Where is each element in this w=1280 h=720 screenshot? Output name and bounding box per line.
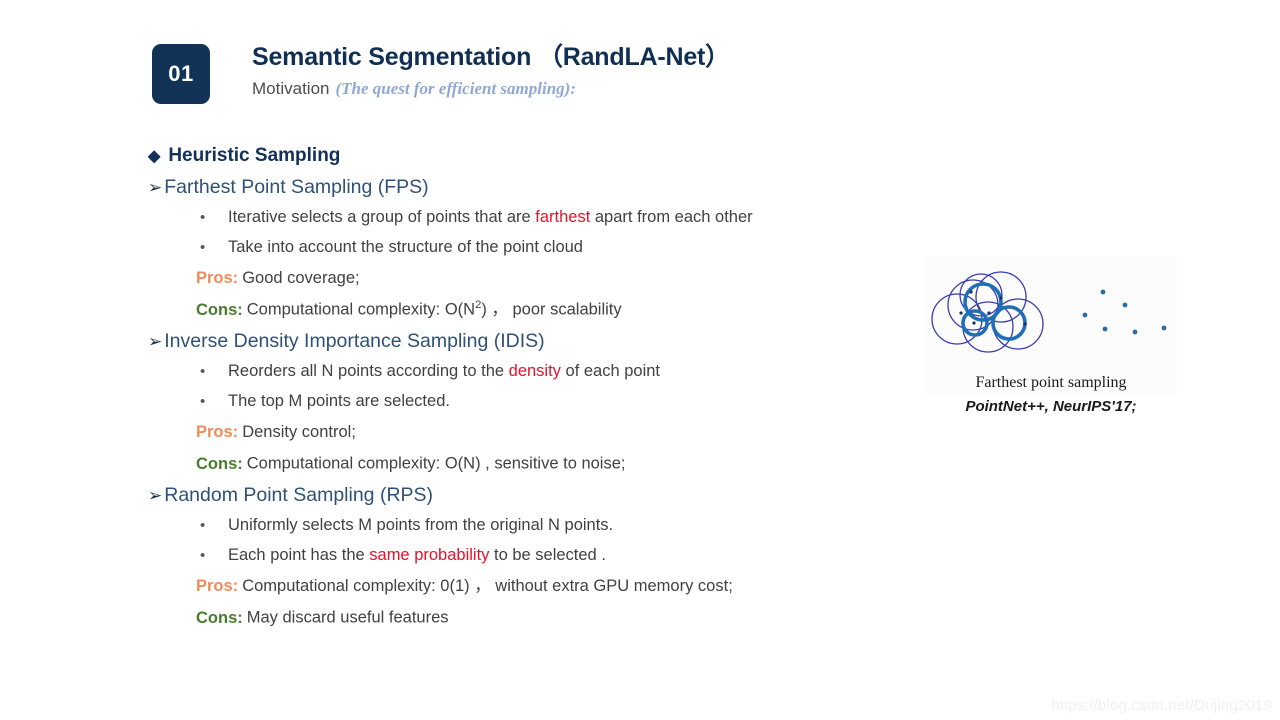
group-title-label: Farthest Point Sampling (FPS)	[164, 176, 429, 198]
fps-illustration-figure: Farthest point sampling	[925, 257, 1177, 394]
text-pre: Take into account the structure of the p…	[228, 238, 583, 256]
title-block: Semantic Segmentation （RandLA-Net） Motiv…	[252, 42, 730, 100]
text-pre: Iterative selects a group of points that…	[228, 207, 536, 226]
pros-line: Pros: Density control;	[148, 422, 918, 441]
pros-text: Good coverage;	[242, 268, 360, 287]
text-post: to be selected .	[489, 546, 606, 564]
slide-header: 01 Semantic Segmentation （RandLA-Net） Mo…	[152, 42, 1152, 106]
sub-list: • Reorders all N points according to the…	[148, 361, 918, 410]
arrow-bullet-icon: ➢	[148, 178, 163, 197]
list-item: • The top M points are selected.	[148, 393, 918, 410]
pros-line: Pros: Computational complexity: 0(1) ， wi…	[148, 576, 918, 595]
dot-bullet-icon: •	[200, 516, 206, 534]
text-post: apart from each other	[590, 207, 753, 226]
group-fps: ➢ Farthest Point Sampling (FPS) • Iterati…	[148, 176, 918, 319]
section-heading-label: Heuristic Sampling	[168, 145, 341, 166]
section-heading: ◆ Heuristic Sampling	[148, 146, 918, 165]
sub-list: • Iterative selects a group of points th…	[148, 207, 918, 256]
cons-label: Cons:	[196, 300, 243, 319]
group-title-label: Random Point Sampling (RPS)	[164, 484, 434, 506]
cons-text-pre: Computational complexity: O(N) , sensiti…	[246, 454, 626, 473]
pros-text: Density control;	[242, 422, 356, 441]
list-item-text: Reorders all N points according to the d…	[228, 361, 661, 380]
subtitle-row: Motivation (The quest for efficient sampl…	[252, 79, 730, 99]
list-item-text: Each point has the same probability to b…	[228, 547, 606, 564]
main-content: ◆ Heuristic Sampling ➢ Farthest Point Samp…	[148, 146, 918, 640]
arrow-bullet-icon: ➢	[148, 486, 163, 505]
subtitle-label: Motivation	[252, 79, 330, 99]
dot-bullet-icon: •	[200, 547, 206, 564]
cons-label: Cons:	[196, 454, 243, 473]
group-title: ➢ Random Point Sampling (RPS)	[148, 484, 918, 506]
text-post: of each point	[560, 361, 661, 380]
cons-text-post: ) ， poor scalability	[481, 300, 622, 319]
sampled-points-group	[1082, 289, 1167, 335]
arrow-bullet-icon: ➢	[148, 332, 163, 351]
slide: 01 Semantic Segmentation （RandLA-Net） Mo…	[0, 0, 1280, 720]
list-item: • Iterative selects a group of points th…	[148, 207, 918, 226]
page-title: Semantic Segmentation （RandLA-Net）	[252, 43, 730, 71]
highlight-text: same probability	[369, 546, 490, 564]
figure-inner-caption: Farthest point sampling	[975, 374, 1127, 391]
text-pre: Each point has the	[228, 546, 370, 564]
list-item: • Uniformly selects M points from the or…	[148, 515, 918, 534]
subtitle-emphasis: (The quest for efficient sampling):	[335, 79, 576, 99]
list-item: • Each point has the same probability to…	[148, 547, 918, 564]
figure-source-caption: PointNet++, NeurIPS'17;	[965, 398, 1137, 415]
text-pre: Reorders all N points according to the	[228, 361, 509, 380]
cons-text-pre: Computational complexity: O(N	[246, 300, 476, 319]
list-item: • Reorders all N points according to the…	[148, 361, 918, 380]
list-item-text: Uniformly selects M points from the orig…	[228, 515, 614, 534]
dot-bullet-icon: •	[200, 239, 206, 256]
cons-text-pre: May discard useful features	[246, 608, 449, 627]
group-rps: ➢ Random Point Sampling (RPS) • Uniformly…	[148, 484, 918, 626]
diamond-bullet-icon: ◆	[148, 148, 161, 165]
list-item-text: Take into account the structure of the p…	[228, 239, 583, 256]
cons-line: Cons: Computational complexity: O(N2) ， p…	[148, 299, 918, 319]
section-number-badge: 01	[152, 44, 210, 104]
dot-bullet-icon: •	[200, 208, 206, 226]
dot-bullet-icon: •	[200, 393, 206, 410]
cons-label: Cons:	[196, 608, 243, 627]
list-item: • Take into account the structure of the…	[148, 239, 918, 256]
highlight-text: farthest	[535, 207, 591, 226]
cons-line: Cons: Computational complexity: O(N) , se…	[148, 454, 918, 472]
group-title: ➢ Farthest Point Sampling (FPS)	[148, 176, 918, 198]
group-title: ➢ Inverse Density Importance Sampling (ID…	[148, 330, 918, 352]
list-item-text: Iterative selects a group of points that…	[228, 207, 753, 226]
pros-label: Pros:	[196, 268, 239, 287]
pros-line: Pros: Good coverage;	[148, 268, 918, 287]
list-item-text: The top M points are selected.	[228, 393, 450, 410]
pros-label: Pros:	[196, 422, 239, 441]
highlight-text: density	[508, 361, 561, 380]
sub-list: • Uniformly selects M points from the or…	[148, 515, 918, 564]
text-pre: Uniformly selects M points from the orig…	[228, 515, 614, 534]
pros-text: Computational complexity: 0(1) ， without…	[242, 576, 733, 595]
cons-line: Cons: May discard useful features	[148, 608, 918, 626]
watermark: https://blog.csdn.net/Dujing2019	[1051, 697, 1272, 714]
group-title-label: Inverse Density Importance Sampling (IDI…	[164, 330, 545, 352]
group-idis: ➢ Inverse Density Importance Sampling (ID…	[148, 330, 918, 472]
pros-label: Pros:	[196, 576, 239, 595]
text-pre: The top M points are selected.	[228, 392, 450, 410]
dot-bullet-icon: •	[200, 362, 206, 380]
